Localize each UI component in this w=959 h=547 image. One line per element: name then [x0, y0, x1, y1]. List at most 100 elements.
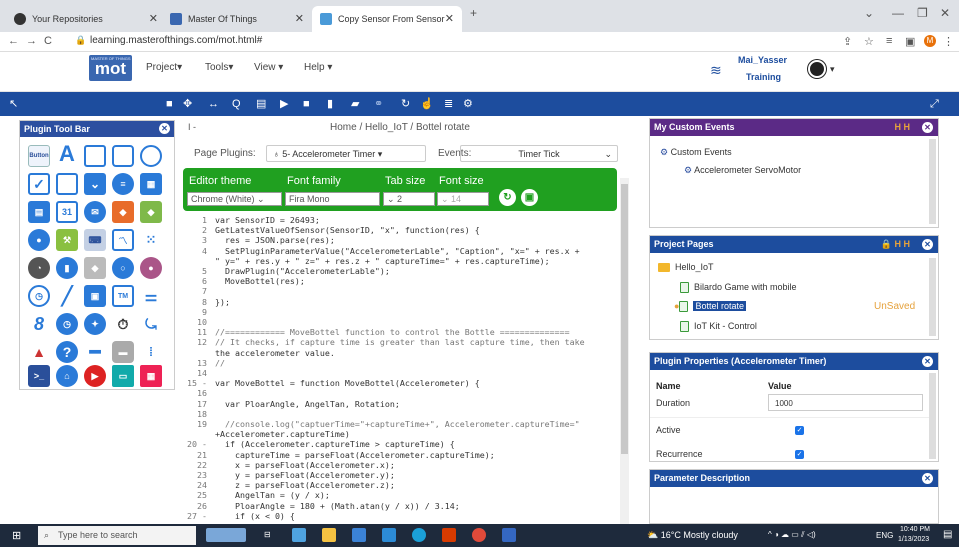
cube-plugin-icon[interactable]: ◆ [112, 201, 134, 223]
resize-icon[interactable]: ↔ [208, 97, 219, 111]
file-icon[interactable]: ▮ [327, 97, 333, 111]
dropdown-plugin-icon[interactable]: ⌄ [84, 173, 106, 195]
donut-plugin-icon[interactable]: ○ [112, 257, 134, 279]
dots-plugin-icon[interactable]: ⁞ [140, 341, 162, 363]
monitor-plugin-icon[interactable]: ▭ [112, 365, 134, 387]
taskview-thumbnail[interactable] [206, 528, 246, 542]
close-icon[interactable]: ✕ [922, 239, 933, 250]
tab-size-select[interactable]: ⌄ 2 [383, 192, 435, 206]
hand-icon[interactable]: ☝ [420, 97, 434, 111]
keyboard-plugin-icon[interactable]: ⌨ [84, 229, 106, 251]
close-icon[interactable]: ✕ [445, 12, 454, 25]
checkbox-plugin-icon[interactable]: ✓ [28, 173, 50, 195]
refresh-icon[interactable]: ↻ [499, 189, 516, 206]
youtube-plugin-icon[interactable]: ▶ [84, 365, 106, 387]
maximize-icon[interactable]: ❐ [917, 6, 928, 20]
duration-input[interactable]: 1000 [768, 394, 923, 411]
close-icon[interactable]: ✕ [922, 473, 933, 484]
editor-scrollbar[interactable] [620, 178, 629, 524]
calendar-grid-plugin-icon[interactable]: ▦ [140, 365, 162, 387]
page-item[interactable]: IoT Kit - Control [680, 321, 757, 333]
clock-date[interactable]: 1/13/2023 [898, 536, 929, 543]
extensions-icon[interactable]: ≡ [886, 35, 892, 47]
tab-master-of-things[interactable]: Master Of Things ✕ [162, 6, 312, 32]
wrench-plugin-icon[interactable]: ⚒ [56, 229, 78, 251]
custom-event-item[interactable]: ⚙ Accelerometer ServoMotor [684, 165, 801, 176]
gear-icon[interactable]: ⚙ [463, 97, 473, 111]
database-icon[interactable]: ≣ [444, 97, 453, 111]
chevron-down-icon[interactable]: ▾ [830, 64, 835, 75]
number-plugin-icon[interactable]: 8 [28, 313, 50, 335]
font-family-select[interactable]: Fira Mono [285, 192, 380, 206]
scrollbar[interactable] [929, 373, 936, 459]
chevron-down-icon[interactable]: ⌄ [864, 6, 874, 20]
frame-plugin-icon[interactable] [84, 145, 106, 167]
code-line[interactable]: 15 - var MoveBottel = function MoveBottel… [183, 378, 480, 389]
url-field[interactable]: learning.masterofthings.com/mot.html# [90, 35, 262, 46]
tab-your-repositories[interactable]: Your Repositories ✕ [6, 6, 166, 32]
close-icon[interactable]: ✕ [922, 122, 933, 133]
back-icon[interactable]: ← [8, 35, 19, 47]
custom-events-root[interactable]: ⚙ Custom Events [660, 147, 732, 158]
search-icon[interactable]: Q [232, 97, 241, 111]
calendar-plugin-icon[interactable]: 31 [56, 201, 78, 223]
pie-plugin-icon[interactable]: ◔ [28, 257, 50, 279]
notifications-icon[interactable]: ▤ [943, 529, 952, 540]
menu-project[interactable]: Project▾ [146, 62, 182, 73]
compass-plugin-icon[interactable]: ✦ [84, 313, 106, 335]
app-icon[interactable] [352, 528, 366, 542]
avatar[interactable] [808, 60, 826, 78]
close-icon[interactable]: ✕ [149, 12, 158, 25]
blocks-plugin-icon[interactable]: ◆ [140, 201, 162, 223]
code-line[interactable]: 17 var PloarAngle, AngelTan, Rotation; [183, 399, 400, 410]
page-plugins-select[interactable]: ♁ 5- Accelerometer Timer ▾ [266, 145, 426, 162]
ball-plugin-icon[interactable]: ● [140, 257, 162, 279]
star-icon[interactable]: ☆ [864, 35, 874, 48]
tray-icons[interactable]: ^ ◑ ☁ ▭ ⫽ ◁) [768, 530, 816, 540]
task-view-icon[interactable]: ⊟ [264, 530, 271, 539]
move-icon[interactable]: ✥ [183, 97, 192, 111]
play-icon[interactable]: ▶ [280, 97, 288, 111]
expand-icon[interactable]: ⤢ [930, 97, 939, 111]
windows-icon[interactable]: ⊞ [12, 529, 21, 542]
close-icon[interactable]: ✕ [159, 123, 170, 134]
text-plugin-icon[interactable]: A [56, 141, 78, 166]
scrollbar[interactable] [929, 258, 936, 336]
close-icon[interactable]: ✕ [922, 356, 933, 367]
scrollbar-thumb[interactable] [621, 184, 628, 454]
save-icon[interactable]: ▣ [521, 189, 538, 206]
app-icon[interactable] [502, 528, 516, 542]
events-select[interactable]: Timer Tick ⌄ [460, 145, 618, 162]
minimize-icon[interactable]: — [892, 6, 904, 20]
record-icon[interactable]: ■ [166, 97, 173, 111]
shape-plugin-icon[interactable]: ◆ [84, 257, 106, 279]
slider-plugin-icon[interactable]: ⚌ [140, 285, 162, 307]
explorer-icon[interactable] [322, 528, 336, 542]
chat-plugin-icon[interactable]: ✉ [84, 201, 106, 223]
code-line[interactable]: 27 - if (x < 0) { [183, 511, 295, 522]
recurrence-checkbox[interactable]: ✓ [795, 450, 804, 459]
list-plugin-icon[interactable] [140, 145, 162, 167]
chart-plugin-icon[interactable]: 〽 [112, 229, 134, 251]
timer-plugin-icon[interactable]: ◷ [56, 313, 78, 335]
image-plugin-icon[interactable]: ▣ [84, 285, 106, 307]
lang-indicator[interactable]: ENG [876, 531, 893, 540]
scatter-plugin-icon[interactable]: ⁙ [140, 229, 162, 251]
tab-copy-sensor[interactable]: Copy Sensor From Sensor ✕ [312, 6, 462, 32]
bar-chart-plugin-icon[interactable]: ▮ [56, 257, 78, 279]
profile-icon[interactable]: M [924, 35, 936, 47]
menu-plugin-icon[interactable]: ≡ [112, 173, 134, 195]
page-item-active[interactable]: ● Bottel rotate [674, 301, 746, 313]
stop-icon[interactable]: ■ [303, 97, 310, 111]
sidebar-icon[interactable]: ▣ [905, 35, 915, 48]
menu-view[interactable]: View ▾ [254, 62, 283, 73]
collapse-toggle[interactable]: I - [188, 122, 196, 132]
font-size-input[interactable]: ⌄ 14 [437, 192, 489, 206]
close-icon[interactable]: ✕ [295, 12, 304, 25]
breadcrumb-text[interactable]: Home / Hello_IoT / Bottel rotate [330, 122, 470, 133]
page-item[interactable]: Bilardo Game with mobile [680, 282, 797, 294]
line-plugin-icon[interactable]: ╱ [56, 285, 78, 307]
table-plugin-icon[interactable]: ▤ [28, 201, 50, 223]
question-plugin-icon[interactable]: ? [56, 341, 78, 363]
label-plugin-icon[interactable]: TM [112, 285, 134, 307]
